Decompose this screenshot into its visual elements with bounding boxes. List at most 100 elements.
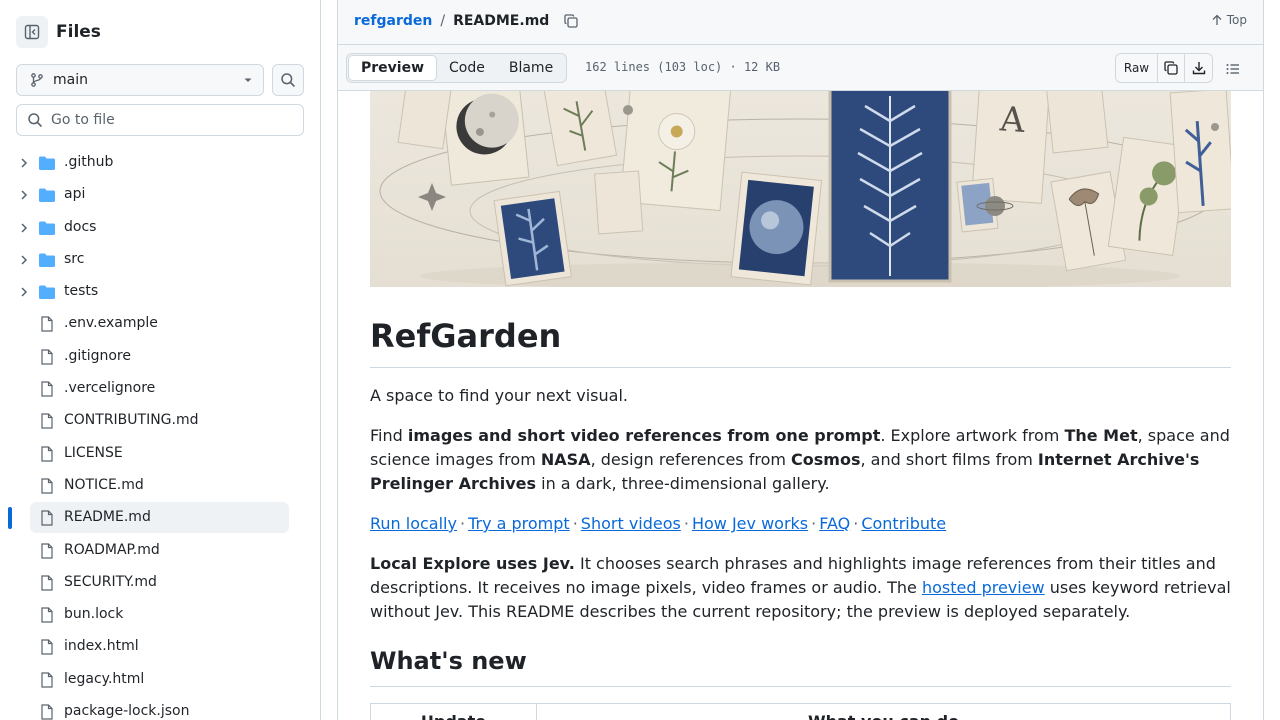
file-icon (41, 381, 53, 397)
go-to-file-field (16, 104, 304, 136)
file-icon (41, 704, 53, 720)
breadcrumb-repo-link[interactable]: refgarden (354, 13, 432, 29)
tree-folder[interactable]: src (0, 244, 320, 276)
tab-blame[interactable]: Blame (497, 55, 565, 81)
link-separator: · (459, 514, 466, 533)
file-viewer: refgarden / README.md Top Preview Code B… (337, 0, 1264, 720)
tree-folder[interactable]: .github (0, 147, 320, 179)
copy-path-button[interactable] (562, 12, 580, 30)
link-contribute[interactable]: Contribute (861, 514, 946, 533)
tree-item-label: .vercelignore (64, 380, 156, 397)
view-mode-tabs: Preview Code Blame (346, 53, 568, 83)
link-try-a-prompt[interactable]: Try a prompt (468, 514, 570, 533)
link-short-videos[interactable]: Short videos (581, 514, 681, 533)
file-icon (41, 349, 53, 365)
tree-file[interactable]: index.html (0, 631, 320, 663)
file-icon (41, 639, 53, 656)
raw-button[interactable]: Raw (1116, 54, 1158, 82)
tree-item-label: ROADMAP.md (64, 541, 160, 558)
tree-file[interactable]: ROADMAP.md (0, 535, 320, 567)
copy-icon (564, 14, 578, 28)
link-how-jev-works[interactable]: How Jev works (692, 514, 808, 533)
intro-text: Find (370, 426, 408, 445)
search-files-button[interactable] (272, 64, 304, 96)
readme-title: RefGarden (370, 317, 1231, 368)
sidebar-collapse-icon (24, 24, 40, 40)
tree-item-label: legacy.html (64, 670, 145, 687)
tab-code[interactable]: Code (437, 55, 497, 81)
folder-icon (39, 156, 55, 170)
file-icon (41, 316, 53, 333)
readme-content: A RefGarden A space to find your next vi… (338, 91, 1263, 720)
readme-quick-links: Run locally · Try a prompt · Short videos · Ho… (370, 512, 1231, 536)
chevron-right-icon (21, 255, 28, 265)
tree-file[interactable]: legacy.html (0, 664, 320, 696)
go-to-file-input[interactable] (51, 112, 291, 128)
tree-item-label: bun.lock (64, 606, 124, 623)
tree-file[interactable]: SECURITY.md (0, 567, 320, 599)
file-header: refgarden / README.md Top (338, 0, 1263, 45)
readme-jev-paragraph: Local Explore uses Jev. It chooses searc… (370, 552, 1231, 624)
tree-file[interactable]: .gitignore (0, 341, 320, 373)
link-faq[interactable]: FAQ (819, 514, 850, 533)
file-stats: 162 lines (103 loc) · 12 KB (585, 60, 781, 74)
tree-item-label: .env.example (64, 315, 158, 332)
search-icon (281, 73, 295, 87)
intro-text: , design references from (590, 450, 792, 469)
file-icon (41, 478, 53, 494)
intro-bold: Cosmos (791, 450, 861, 469)
collapse-sidebar-button[interactable] (16, 16, 48, 48)
tree-item-label: .gitignore (64, 347, 131, 364)
table-header-row: Update What you can do (370, 703, 1231, 720)
tree-item-label: .github (64, 154, 114, 170)
tree-item-label: tests (64, 283, 99, 300)
tree-file[interactable]: LICENSE (0, 438, 320, 470)
download-button[interactable] (1185, 54, 1212, 82)
outline-button[interactable] (1221, 57, 1245, 81)
tab-preview[interactable]: Preview (348, 55, 438, 81)
tree-item-label: SECURITY.md (64, 573, 157, 590)
readme-tagline: A space to find your next visual. (370, 386, 628, 405)
hosted-preview-link[interactable]: hosted preview (922, 578, 1045, 597)
link-run-locally[interactable]: Run locally (370, 514, 457, 533)
folder-icon (39, 253, 55, 267)
tree-item-label: src (64, 250, 85, 267)
branch-selector[interactable]: main (16, 64, 264, 96)
branch-name: main (53, 72, 88, 88)
tree-file[interactable]: package-lock.json (0, 696, 320, 720)
folder-icon (39, 221, 55, 235)
file-actions: Raw (1115, 53, 1213, 83)
jev-bold: Local Explore uses Jev. (370, 554, 575, 573)
tree-file[interactable]: .vercelignore (0, 373, 320, 405)
tree-folder[interactable]: api (0, 179, 320, 211)
copy-raw-button[interactable] (1158, 54, 1185, 82)
top-label: Top (1226, 13, 1247, 27)
breadcrumb-file: README.md (453, 13, 550, 29)
selected-indicator (8, 507, 12, 530)
link-separator: · (683, 514, 689, 533)
tree-file[interactable]: README.md (0, 502, 320, 534)
tree-file[interactable]: .env.example (0, 308, 320, 340)
folder-icon (39, 188, 55, 203)
file-icon (41, 510, 53, 526)
caret-down-icon (244, 78, 252, 82)
intro-text: in a dark, three-dimensional gallery. (536, 474, 830, 493)
chevron-right-icon (21, 223, 28, 233)
tree-folder[interactable]: docs (0, 212, 320, 244)
link-separator: · (572, 514, 578, 533)
tree-file[interactable]: bun.lock (0, 599, 320, 631)
tree-item-label: docs (64, 218, 97, 235)
tree-file[interactable]: NOTICE.md (0, 470, 320, 502)
back-to-top-button[interactable]: Top (1211, 13, 1247, 27)
tree-file[interactable]: CONTRIBUTING.md (0, 405, 320, 437)
file-icon (41, 413, 53, 429)
table-header-what-you-can-do: What you can do (536, 703, 1231, 720)
readme-hero-image: A (370, 91, 1231, 287)
tree-folder[interactable]: tests (0, 276, 320, 308)
whats-new-table: Update What you can do (370, 703, 1231, 720)
tree-item-label: LICENSE (64, 444, 123, 461)
breadcrumb-separator: / (440, 13, 446, 29)
svg-text:A: A (998, 99, 1027, 141)
file-toolbar: Preview Code Blame 162 lines (103 loc) ·… (338, 45, 1263, 91)
sidebar-title: Files (56, 22, 101, 42)
